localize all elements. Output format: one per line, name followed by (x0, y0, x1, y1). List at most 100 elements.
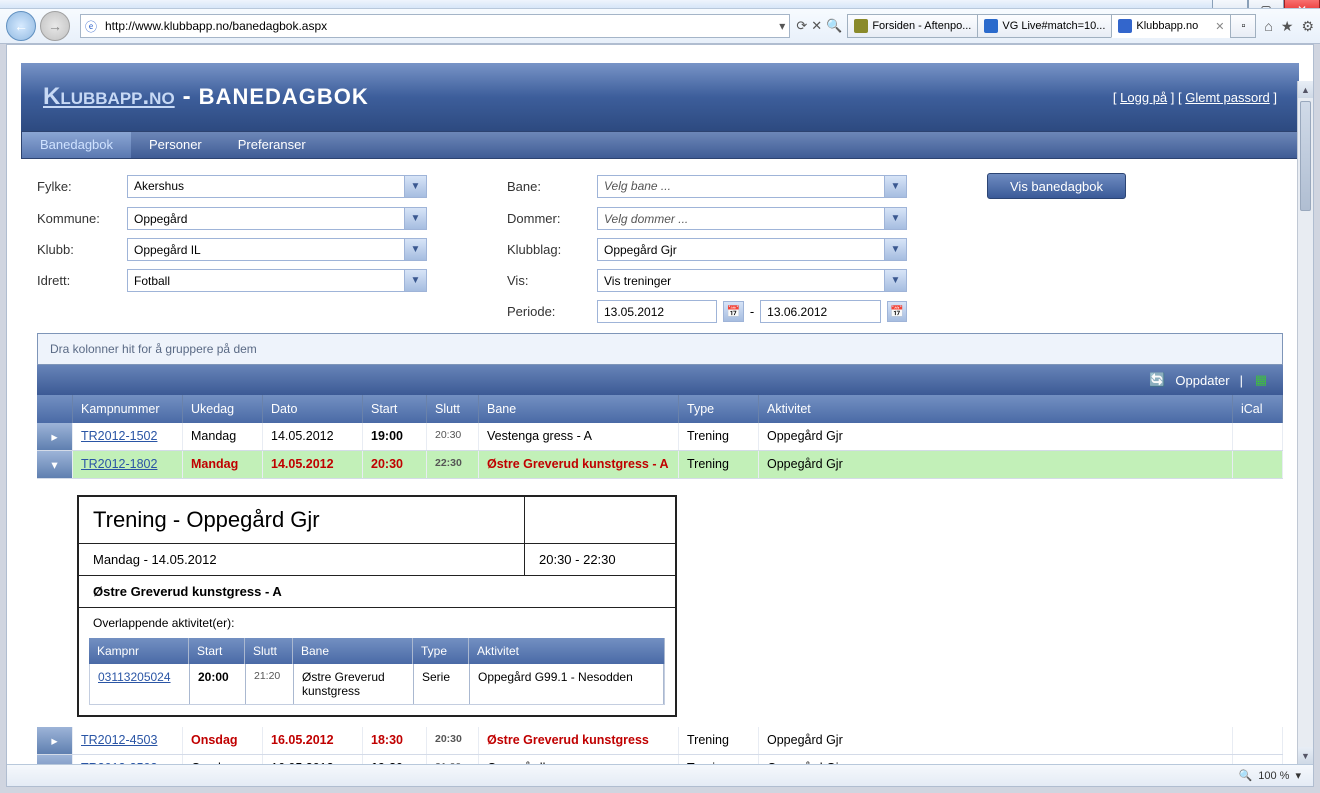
col-ukedag[interactable]: Ukedag (183, 395, 263, 423)
date-from-input[interactable]: 13.05.2012 (597, 300, 717, 323)
table-row[interactable]: ▸TR2012-4503Onsdag16.05.201218:3020:30Øs… (37, 727, 1283, 755)
chevron-down-icon: ▼ (404, 208, 426, 229)
expand-toggle[interactable]: ▾ (37, 451, 73, 478)
cell-aktivitet: Oppegård Gjr (759, 451, 1233, 478)
chevron-down-icon: ▼ (884, 270, 906, 291)
tools-icon[interactable]: ⚙ (1301, 18, 1314, 35)
kamp-link[interactable]: TR2012-1502 (81, 429, 157, 443)
tab-preferanser[interactable]: Preferanser (220, 132, 324, 158)
url-tools: ⟳ ✕ 🔍 (796, 18, 842, 34)
cell-start: 18:30 (363, 727, 427, 754)
kamp-link[interactable]: TR2012-4503 (81, 733, 157, 747)
col-bane[interactable]: Bane (479, 395, 679, 423)
klubblag-select[interactable]: Oppegård Gjr▼ (597, 238, 907, 261)
cell-type: Trening (679, 727, 759, 754)
col-ical[interactable]: iCal (1233, 395, 1283, 423)
kommune-select[interactable]: Oppegård▼ (127, 207, 427, 230)
row-detail: Trening - Oppegård GjrMandag - 14.05.201… (77, 495, 677, 717)
refresh-button[interactable]: Oppdater (1175, 373, 1229, 388)
col-type[interactable]: Type (679, 395, 759, 423)
tab-favicon-icon (984, 19, 998, 33)
group-drop-area[interactable]: Dra kolonner hit for å gruppere på dem (37, 333, 1283, 365)
cell-dato: 16.05.2012 (263, 727, 363, 754)
zoom-icon[interactable]: 🔍 (1239, 769, 1253, 782)
fylke-select[interactable]: Akershus▼ (127, 175, 427, 198)
forgot-password-link[interactable]: Glemt passord (1185, 90, 1270, 105)
browser-tab[interactable]: Forsiden - Aftenpo... (847, 14, 978, 38)
search-icon[interactable]: 🔍 (826, 18, 842, 34)
date-to-input[interactable]: 13.06.2012 (760, 300, 880, 323)
expand-toggle[interactable]: ▸ (37, 423, 73, 450)
scroll-thumb[interactable] (1300, 101, 1311, 211)
refresh-icon[interactable]: 🔄 (1149, 372, 1165, 388)
browser-tab[interactable]: Klubbapp.no ✕ (1111, 14, 1231, 38)
chevron-down-icon: ▼ (404, 270, 426, 291)
url-dropdown-icon[interactable]: ▾ (779, 19, 785, 33)
excel-export-icon[interactable]: ▦ (1253, 372, 1269, 388)
detail-when: Mandag - 14.05.2012 (79, 544, 525, 575)
cell-slutt: 22:30 (427, 451, 479, 478)
idrett-select[interactable]: Fotball▼ (127, 269, 427, 292)
tab-favicon-icon (854, 19, 868, 33)
new-tab-button[interactable]: ▫ (1230, 14, 1256, 38)
vertical-scrollbar[interactable]: ▲ ▼ (1297, 81, 1313, 764)
cell-ical[interactable] (1233, 451, 1283, 478)
stop-icon[interactable]: ✕ (811, 18, 822, 34)
table-row[interactable]: ▸TR2012-1502Mandag14.05.201219:0020:30Ve… (37, 423, 1283, 451)
zoom-dropdown-icon[interactable]: ▾ (1295, 769, 1301, 782)
browser-tab[interactable]: VG Live#match=10... (977, 14, 1112, 38)
cell-ukedag: Mandag (183, 451, 263, 478)
cell-ical[interactable] (1233, 727, 1283, 754)
cell-ical[interactable] (1233, 423, 1283, 450)
detail-title: Trening - Oppegård Gjr (79, 497, 525, 544)
klubb-select[interactable]: Oppegård IL▼ (127, 238, 427, 261)
expand-toggle[interactable]: ▸ (37, 727, 73, 754)
cell-ukedag: Onsdag (183, 727, 263, 754)
brand-separator: - (183, 83, 191, 111)
kamp-link[interactable]: TR2012-1802 (81, 457, 157, 471)
overlap-kamp-link[interactable]: 03113205024 (98, 670, 171, 684)
scroll-down-icon[interactable]: ▼ (1298, 747, 1313, 764)
back-button[interactable]: ← (6, 11, 36, 41)
col-dato[interactable]: Dato (263, 395, 363, 423)
header-links: [ Logg på ] [ Glemt passord ] (1113, 90, 1277, 105)
tab-label: Klubbapp.no (1136, 20, 1198, 32)
chevron-down-icon: ▼ (884, 176, 906, 197)
forward-button[interactable]: → (40, 11, 70, 41)
cell-aktivitet: Oppegård Gjr (759, 423, 1233, 450)
cell-aktivitet: Oppegård Gjr (759, 727, 1233, 754)
col-aktivitet[interactable]: Aktivitet (759, 395, 1233, 423)
calendar-icon[interactable]: 📅 (887, 301, 907, 322)
col-slutt[interactable]: Slutt (427, 395, 479, 423)
zoom-level: 100 % (1258, 770, 1289, 782)
refresh-icon[interactable]: ⟳ (796, 18, 807, 34)
cell-start: 19:00 (363, 423, 427, 450)
address-bar[interactable]: ⓔ http://www.klubbapp.no/banedagbok.aspx… (80, 14, 790, 38)
idrett-label: Idrett: (37, 273, 117, 288)
vis-select[interactable]: Vis treninger▼ (597, 269, 907, 292)
subgrid-row[interactable]: 0311320502420:0021:20Østre Greverud kuns… (89, 664, 665, 705)
col-start[interactable]: Start (363, 395, 427, 423)
cell-dato: 14.05.2012 (263, 423, 363, 450)
show-button[interactable]: Vis banedagbok (987, 173, 1126, 199)
kommune-label: Kommune: (37, 211, 117, 226)
calendar-icon[interactable]: 📅 (723, 301, 743, 322)
home-icon[interactable]: ⌂ (1264, 18, 1272, 35)
klubb-label: Klubb: (37, 242, 117, 257)
chevron-down-icon: ▼ (404, 239, 426, 260)
favorites-icon[interactable]: ★ (1281, 18, 1294, 35)
scroll-up-icon[interactable]: ▲ (1298, 81, 1313, 98)
bane-select[interactable]: Velg bane ...▼ (597, 175, 907, 198)
dommer-select[interactable]: Velg dommer ...▼ (597, 207, 907, 230)
tab-personer[interactable]: Personer (131, 132, 220, 158)
tab-banedagbok[interactable]: Banedagbok (22, 132, 131, 158)
site-banner: Klubbapp.no - BANEDAGBOK [ Logg på ] [ G… (21, 63, 1299, 131)
tab-close-icon[interactable]: ✕ (1215, 20, 1224, 33)
cell-bane: Østre Greverud kunstgress - A (479, 451, 679, 478)
cell-slutt: 20:30 (427, 727, 479, 754)
table-row[interactable]: ▾TR2012-1802Mandag14.05.201220:3022:30Øs… (37, 451, 1283, 479)
col-kampnummer[interactable]: Kampnummer (73, 395, 183, 423)
login-link[interactable]: Logg på (1120, 90, 1167, 105)
brand-link[interactable]: Klubbapp.no (43, 83, 175, 111)
grid-header: Kampnummer Ukedag Dato Start Slutt Bane … (37, 395, 1283, 423)
